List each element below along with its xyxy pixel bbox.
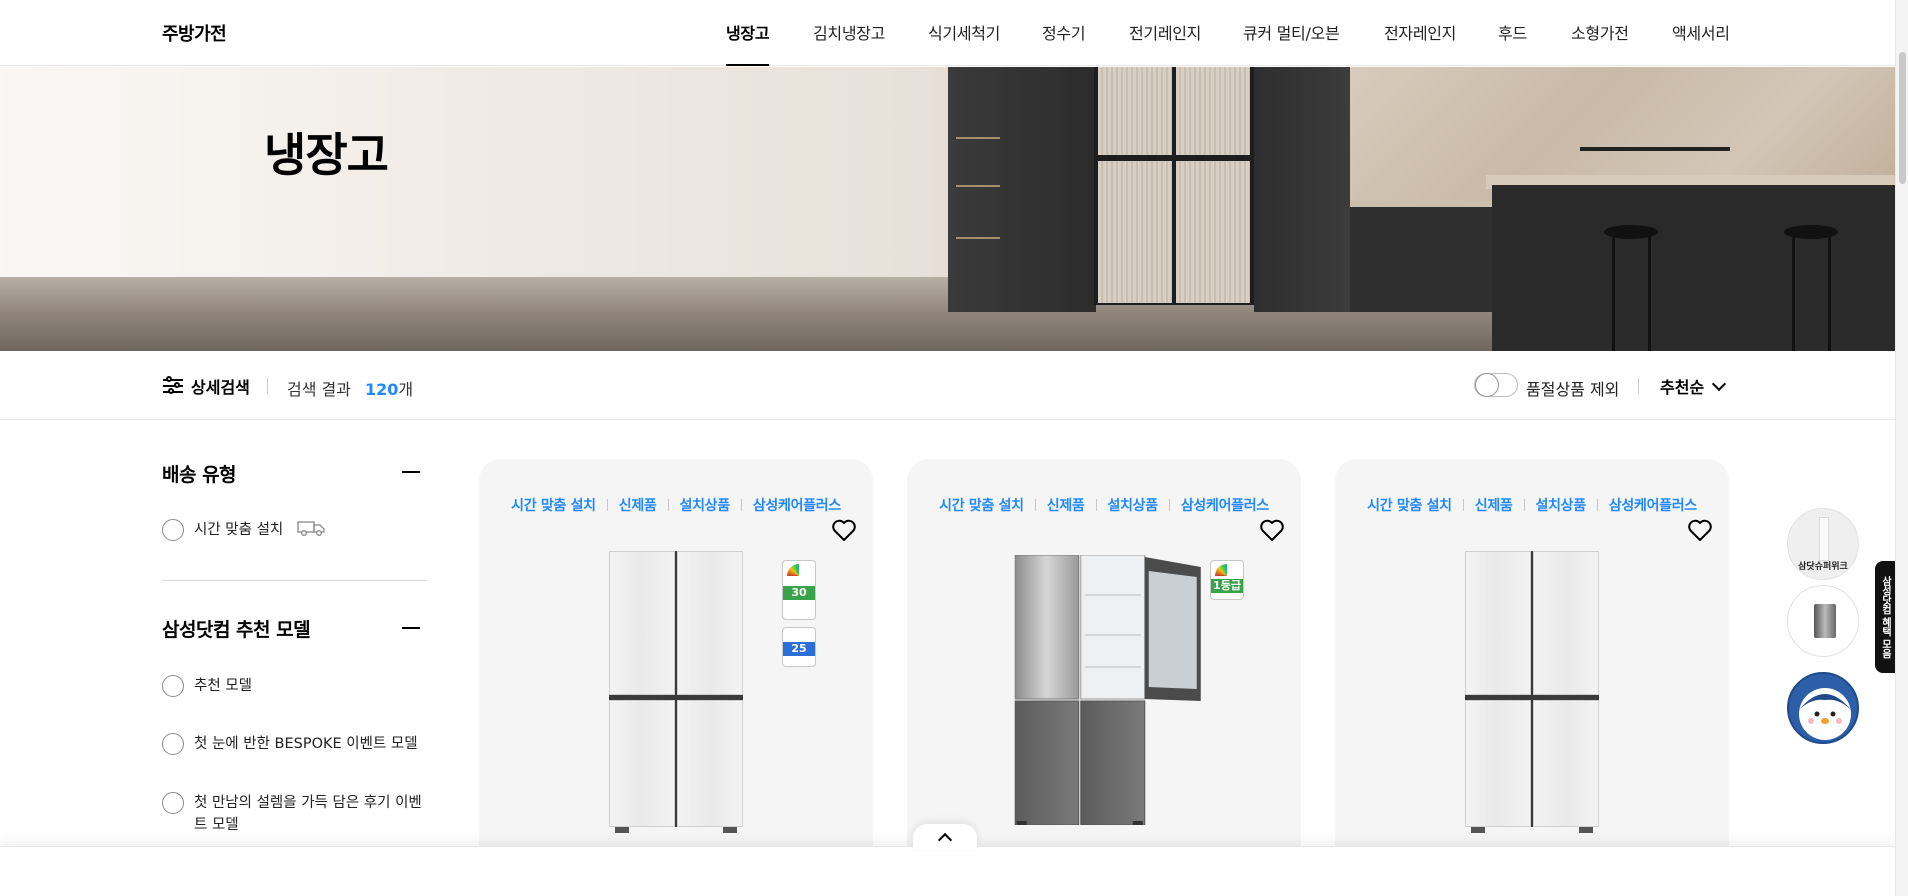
radio-button[interactable] bbox=[162, 733, 184, 755]
filter-option-time-install[interactable]: 시간 맞춤 설치 bbox=[162, 519, 432, 541]
exclude-soldout-toggle[interactable] bbox=[1474, 373, 1518, 397]
top-navigation: 주방가전 냉장고 김치냉장고 식기세척기 정수기 전기레인지 큐커 멀티/오븐 … bbox=[0, 0, 1895, 66]
recent-product-button[interactable] bbox=[1787, 585, 1859, 657]
filter-option-bespoke-event[interactable]: 첫 눈에 반한 BESPOKE 이벤트 모델 bbox=[162, 733, 432, 755]
filter-option-label: 시간 맞춤 설치 bbox=[194, 522, 284, 538]
tag-new: 신제품 bbox=[1474, 498, 1513, 514]
collapse-recommend-icon[interactable] bbox=[402, 627, 420, 629]
sidebar-divider bbox=[162, 580, 427, 581]
chatbot-penguin-icon bbox=[1799, 688, 1851, 740]
vertical-scrollbar[interactable] bbox=[1895, 0, 1908, 896]
product-card[interactable]: 시간 맞춤 설치 신제품 설치상품 삼성케어플러스 30 25 bbox=[479, 459, 873, 896]
wishlist-heart-icon[interactable] bbox=[1259, 518, 1285, 542]
recommend-model-title: 삼성닷컴 추천 모델 bbox=[162, 619, 311, 641]
hero-island bbox=[1492, 185, 1895, 351]
radio-button[interactable] bbox=[162, 792, 184, 814]
chevron-up-icon bbox=[937, 832, 953, 848]
hero-banner bbox=[0, 67, 1895, 351]
nav-item-refrigerator[interactable]: 냉장고 bbox=[726, 20, 770, 66]
hero-cabinet-left bbox=[948, 67, 1096, 312]
product-image[interactable] bbox=[1014, 554, 1209, 829]
delivery-truck-icon bbox=[297, 519, 327, 536]
tag-time-install: 시간 맞춤 설치 bbox=[939, 498, 1024, 514]
filter-option-recommended[interactable]: 추천 모델 bbox=[162, 675, 432, 697]
result-count: 120개 bbox=[365, 380, 414, 399]
nav-item-kimchi-refrigerator[interactable]: 김치냉장고 bbox=[813, 20, 885, 66]
filter-bar: 상세검색 검색 결과 120개 품절상품 제외 추천순 bbox=[0, 352, 1895, 420]
exclude-soldout-label[interactable]: 품절상품 제외 bbox=[1526, 376, 1619, 400]
tag-install: 설치상품 bbox=[1107, 498, 1159, 514]
divider bbox=[267, 378, 268, 394]
radio-button[interactable] bbox=[162, 675, 184, 697]
tag-new: 신제품 bbox=[618, 498, 657, 514]
product-image[interactable] bbox=[1465, 551, 1599, 833]
chevron-down-icon bbox=[1712, 376, 1727, 391]
nav-item-accessories[interactable]: 액세서리 bbox=[1672, 20, 1730, 66]
filter-option-label: 추천 모델 bbox=[194, 678, 252, 694]
product-tags: 시간 맞춤 설치 신제품 설치상품 삼성케어플러스 bbox=[907, 495, 1301, 515]
category-brand-title[interactable]: 주방가전 bbox=[162, 20, 227, 46]
scroll-to-top-button[interactable] bbox=[913, 824, 977, 850]
detail-search-label: 상세검색 bbox=[191, 378, 250, 397]
nav-item-microwave[interactable]: 전자레인지 bbox=[1384, 20, 1456, 66]
product-image[interactable] bbox=[609, 551, 743, 833]
nav-item-hood[interactable]: 후드 bbox=[1498, 20, 1527, 66]
energy-grade-badge: 1등급 bbox=[1210, 560, 1244, 600]
bottom-bar bbox=[0, 846, 1895, 896]
tag-install: 설치상품 bbox=[679, 498, 731, 514]
scrollbar-thumb[interactable] bbox=[1899, 52, 1906, 184]
divider bbox=[1638, 378, 1639, 394]
sort-dropdown[interactable]: 추천순 bbox=[1660, 374, 1727, 398]
wishlist-heart-icon[interactable] bbox=[831, 518, 857, 542]
tag-new: 신제품 bbox=[1046, 498, 1085, 514]
filter-option-label: 첫 눈에 반한 BESPOKE 이벤트 모델 bbox=[194, 736, 418, 752]
tag-care-plus: 삼성케어플러스 bbox=[752, 498, 841, 514]
refrigerator-thumbnail-icon bbox=[1819, 517, 1829, 561]
chatbot-button[interactable] bbox=[1787, 672, 1859, 744]
tag-time-install: 시간 맞춤 설치 bbox=[511, 498, 596, 514]
filter-sliders-icon bbox=[163, 376, 183, 395]
super-week-button[interactable]: 삼닷슈퍼위크 bbox=[1787, 508, 1859, 580]
product-card[interactable]: 시간 맞춤 설치 신제품 설치상품 삼성케어플러스 bbox=[1335, 459, 1729, 896]
tag-time-install: 시간 맞춤 설치 bbox=[1367, 498, 1452, 514]
benefits-side-tab[interactable]: 삼성닷컴 혜택 모음 bbox=[1875, 561, 1895, 673]
detail-search-button[interactable]: 상세검색 bbox=[163, 374, 250, 398]
wishlist-heart-icon[interactable] bbox=[1687, 518, 1713, 542]
sort-label: 추천순 bbox=[1660, 378, 1705, 397]
nav-item-cooker-oven[interactable]: 큐커 멀티/오븐 bbox=[1243, 20, 1340, 66]
hero-refrigerator-image bbox=[1094, 67, 1254, 305]
super-week-label: 삼닷슈퍼위크 bbox=[1798, 562, 1848, 572]
nav-item-water-purifier[interactable]: 정수기 bbox=[1042, 20, 1086, 66]
delivery-type-title: 배송 유형 bbox=[162, 464, 237, 486]
hero-cabinet-right bbox=[1254, 67, 1350, 312]
collapse-delivery-icon[interactable] bbox=[402, 471, 420, 473]
filter-option-review-event[interactable]: 첫 만남의 설렘을 가득 담은 후기 이벤트 모델 bbox=[162, 792, 432, 836]
high-efficiency-badge: 25 bbox=[782, 627, 816, 667]
nav-item-electric-range[interactable]: 전기레인지 bbox=[1129, 20, 1201, 66]
nav-item-small-appliances[interactable]: 소형가전 bbox=[1571, 20, 1629, 66]
tag-care-plus: 삼성케어플러스 bbox=[1180, 498, 1269, 514]
filter-option-label: 첫 만남의 설렘을 가득 담은 후기 이벤트 모델 bbox=[194, 795, 422, 833]
tag-install: 설치상품 bbox=[1535, 498, 1587, 514]
recent-product-thumbnail bbox=[1814, 604, 1836, 638]
radio-button[interactable] bbox=[162, 519, 184, 541]
energy-rebate-badge: 30 bbox=[782, 560, 816, 620]
page-title: 냉장고 bbox=[264, 128, 389, 182]
result-label: 검색 결과 bbox=[287, 380, 351, 399]
nav-item-dishwasher[interactable]: 식기세척기 bbox=[928, 20, 1000, 66]
product-tags: 시간 맞춤 설치 신제품 설치상품 삼성케어플러스 bbox=[1335, 495, 1729, 515]
product-tags: 시간 맞춤 설치 신제품 설치상품 삼성케어플러스 bbox=[479, 495, 873, 515]
tag-care-plus: 삼성케어플러스 bbox=[1608, 498, 1697, 514]
